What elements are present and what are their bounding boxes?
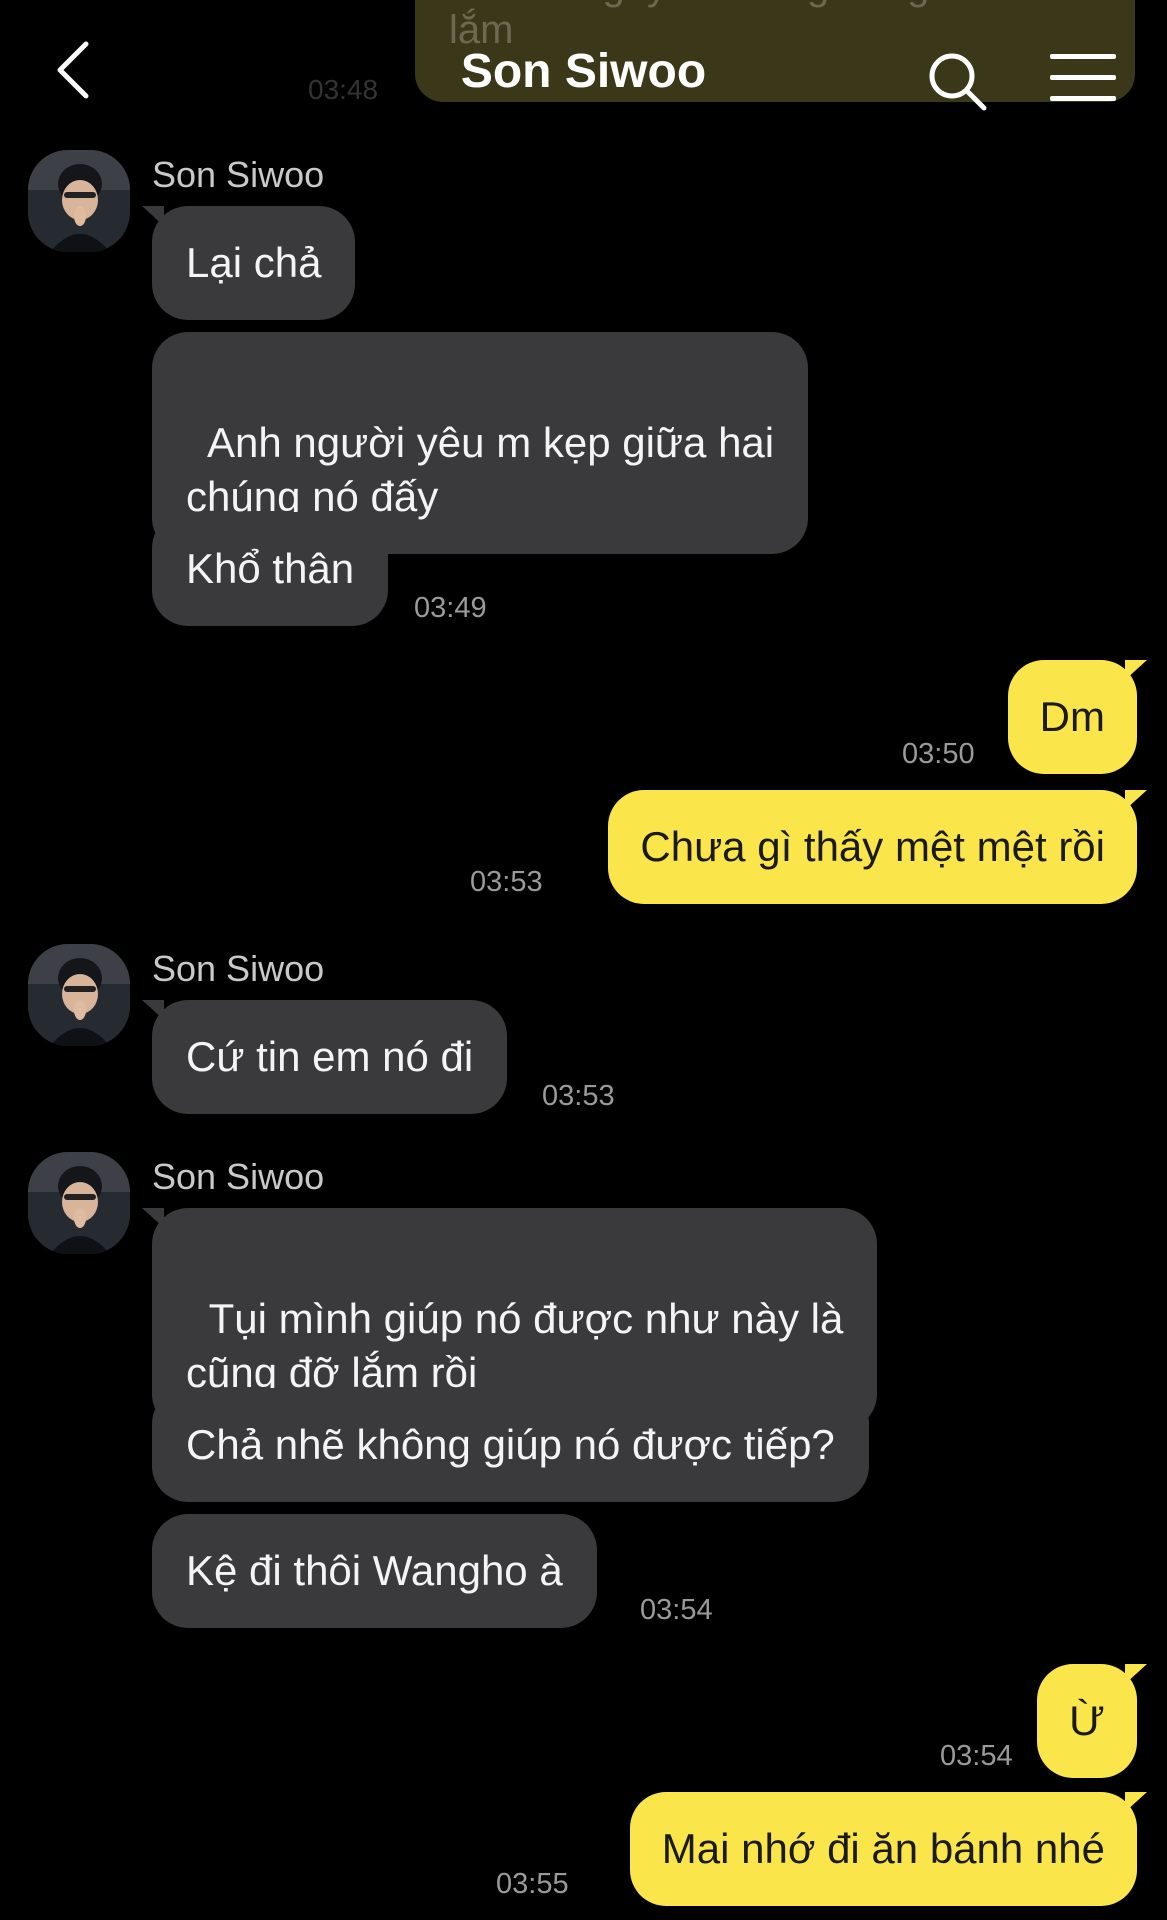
- sender-name: Son Siwoo: [152, 1156, 325, 1197]
- sender-name: Son Siwoo: [152, 948, 325, 989]
- message-text: Tụi mình giúp nó được như này là cũng đỡ…: [186, 1295, 844, 1396]
- message-timestamp: 03:53: [470, 866, 543, 898]
- message-text: Chả nhẽ không giúp nó được tiếp?: [186, 1421, 835, 1468]
- menu-button[interactable]: [1050, 54, 1116, 106]
- avatar[interactable]: [28, 150, 130, 252]
- chat-header: Son Siwoo: [0, 0, 1167, 140]
- avatar-photo-icon: [28, 1152, 130, 1254]
- my-message-bubble[interactable]: Chưa gì thấy mệt mệt rồi: [608, 790, 1147, 904]
- my-message-bubble[interactable]: Dm: [1007, 660, 1148, 774]
- chevron-left-icon: [57, 41, 89, 99]
- my-message-bubble[interactable]: Ừ: [1037, 1664, 1147, 1778]
- message-text: Lại chả: [186, 239, 322, 286]
- my-message-bubble[interactable]: Mai nhớ đi ăn bánh nhé: [629, 1792, 1148, 1906]
- search-button[interactable]: [926, 50, 988, 112]
- avatar[interactable]: [28, 944, 130, 1046]
- message-text: Kệ đi thôi Wangho à: [186, 1547, 563, 1594]
- message-bubble[interactable]: Chả nhẽ không giúp nó được tiếp?: [152, 1388, 869, 1502]
- search-icon: [929, 53, 987, 111]
- message-timestamp: 03:54: [640, 1594, 713, 1626]
- avatar-photo-icon: [28, 944, 130, 1046]
- menu-line: [1050, 75, 1116, 80]
- message-text: Mai nhớ đi ăn bánh nhé: [661, 1825, 1105, 1872]
- avatar-photo-icon: [28, 150, 130, 252]
- message-bubble[interactable]: Khổ thân: [152, 512, 389, 626]
- chat-title: Son Siwoo: [460, 45, 707, 98]
- message-text: Anh người yêu m kẹp giữa hai chúng nó đấ…: [186, 419, 775, 520]
- menu-line: [1050, 96, 1116, 101]
- hamburger-menu-icon: [1050, 54, 1116, 59]
- message-bubble[interactable]: Cứ tin em nó đi: [141, 1000, 508, 1114]
- message-timestamp: 03:55: [496, 1868, 569, 1900]
- avatar[interactable]: [28, 1152, 130, 1254]
- message-text: Dm: [1039, 693, 1105, 740]
- back-button[interactable]: [48, 38, 108, 102]
- message-bubble[interactable]: Kệ đi thôi Wangho à: [152, 1514, 597, 1628]
- sender-name: Son Siwoo: [152, 154, 325, 195]
- message-timestamp: 03:54: [940, 1740, 1013, 1772]
- message-text: Chưa gì thấy mệt mệt rồi: [640, 823, 1105, 870]
- message-text: Khổ thân: [186, 545, 355, 592]
- message-timestamp: 03:53: [542, 1080, 615, 1112]
- message-timestamp: 03:49: [414, 592, 487, 624]
- message-text: Cứ tin em nó đi: [186, 1033, 474, 1080]
- message-bubble[interactable]: Lại chả: [141, 206, 356, 320]
- message-text: Ừ: [1069, 1697, 1105, 1744]
- message-timestamp: 03:50: [902, 738, 975, 770]
